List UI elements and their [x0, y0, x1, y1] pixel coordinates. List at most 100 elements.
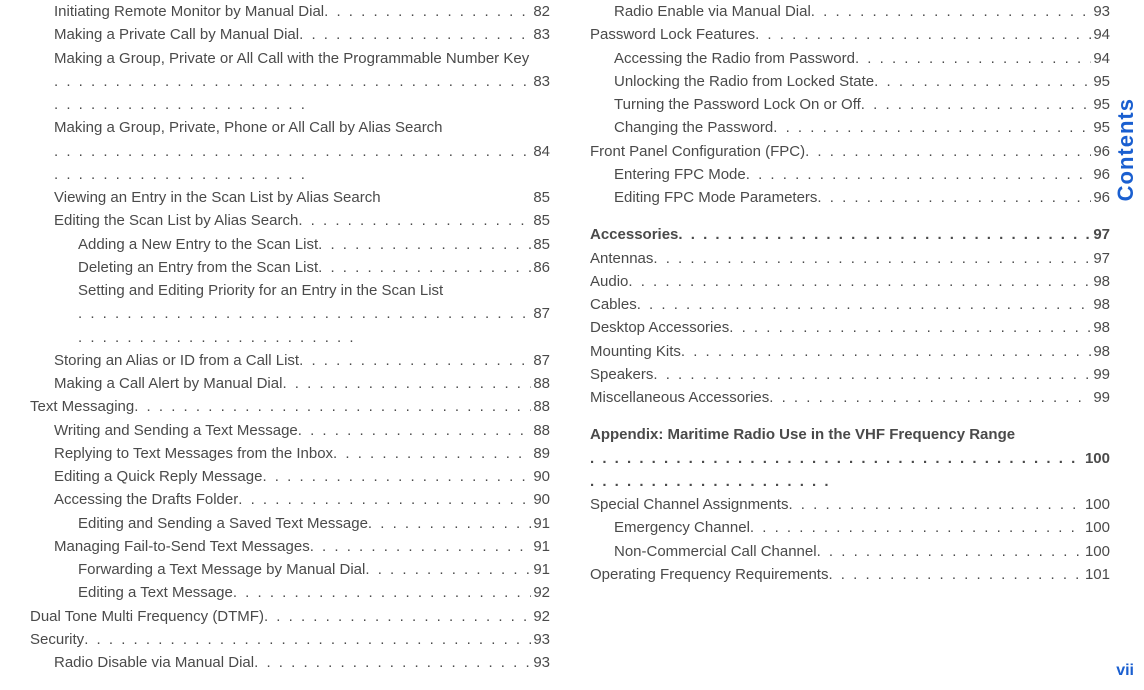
toc-entry-dots — [368, 512, 531, 535]
toc-entry-label: Editing a Quick Reply Message — [54, 465, 262, 488]
toc-entry-dots — [755, 23, 1091, 46]
toc-entry-page: 91 — [531, 558, 550, 581]
toc-entry-dots — [628, 270, 1091, 293]
toc-entry-page: 100 — [1083, 493, 1110, 516]
toc-entry: Editing a Text Message92 — [30, 581, 550, 604]
toc-entry-dots — [310, 535, 532, 558]
toc-entry-dots — [769, 386, 1091, 409]
toc-entry-page: 83 — [531, 23, 550, 46]
toc-entry-label: Miscellaneous Accessories — [590, 386, 769, 409]
toc-entry: Making a Group, Private, Phone or All Ca… — [30, 116, 550, 186]
toc-entry-label: Accessing the Radio from Password — [614, 47, 855, 70]
toc-entry: Making a Call Alert by Manual Dial88 — [30, 372, 550, 395]
toc-entry-page: 91 — [531, 512, 550, 535]
toc-entry-label: Special Channel Assignments — [590, 493, 788, 516]
toc-entry-dots — [238, 488, 531, 511]
toc-entry-page: 88 — [531, 419, 550, 442]
toc-entry-page: 92 — [531, 605, 550, 628]
toc-entry-dots — [84, 628, 531, 651]
toc-entry-dots — [746, 163, 1092, 186]
toc-entry: Making a Group, Private or All Call with… — [30, 47, 550, 117]
toc-entry-dots — [861, 93, 1092, 116]
toc-entry-page: 98 — [1091, 270, 1110, 293]
toc-entry: Dual Tone Multi Frequency (DTMF) 92 — [30, 605, 550, 628]
toc-entry: Cables98 — [590, 293, 1110, 316]
toc-entry-label: Entering FPC Mode — [614, 163, 746, 186]
toc-entry: Replying to Text Messages from the Inbox… — [30, 442, 550, 465]
toc-entry-label: Accessories — [590, 223, 678, 246]
toc-entry-page: 87 — [531, 302, 550, 325]
toc-entry-dots — [805, 140, 1091, 163]
toc-entry-label: Making a Group, Private or All Call with… — [54, 47, 529, 70]
toc-entry-page: 86 — [531, 256, 550, 279]
toc-entry: Viewing an Entry in the Scan List by Ali… — [30, 186, 550, 209]
toc-entry-dots — [590, 447, 1083, 494]
toc-entry-label: Text Messaging — [30, 395, 134, 418]
toc-entry-dots — [282, 372, 531, 395]
toc-entry: Text Messaging88 — [30, 395, 550, 418]
toc-entry-dots — [264, 605, 531, 628]
toc-entry-label: Non-Commercial Call Channel — [614, 540, 817, 563]
toc-entry-label: Managing Fail-to-Send Text Messages — [54, 535, 310, 558]
toc-page: Initiating Remote Monitor by Manual Dial… — [0, 0, 1144, 674]
toc-entry-page: 83 — [531, 70, 550, 93]
toc-entry-dots — [653, 363, 1091, 386]
toc-entry: Accessing the Drafts Folder90 — [30, 488, 550, 511]
toc-entry: Forwarding a Text Message by Manual Dial… — [30, 558, 550, 581]
toc-entry-page: 99 — [1091, 386, 1110, 409]
toc-entry-label: Editing FPC Mode Parameters — [614, 186, 817, 209]
toc-entry: Special Channel Assignments 100 — [590, 493, 1110, 516]
side-tab: Contents — [1108, 40, 1144, 260]
toc-entry-page: 90 — [531, 488, 550, 511]
toc-entry-label: Antennas — [590, 247, 653, 270]
toc-entry: Desktop Accessories98 — [590, 316, 1110, 339]
page-number: vii — [1116, 662, 1134, 680]
toc-entry-page: 100 — [1083, 516, 1110, 539]
toc-entry-label: Viewing an Entry in the Scan List by Ali… — [54, 186, 381, 209]
toc-entry-dots — [333, 442, 531, 465]
toc-entry-page: 98 — [1091, 293, 1110, 316]
toc-entry: Editing the Scan List by Alias Search85 — [30, 209, 550, 232]
toc-entry-dots — [653, 247, 1091, 270]
toc-entry-page: 85 — [531, 209, 550, 232]
toc-entry-dots — [318, 256, 531, 279]
toc-entry-dots — [299, 349, 531, 372]
toc-entry: Mounting Kits98 — [590, 340, 1110, 363]
toc-entry: Initiating Remote Monitor by Manual Dial… — [30, 0, 550, 23]
toc-entry: Adding a New Entry to the Scan List85 — [30, 233, 550, 256]
toc-entry-label: Dual Tone Multi Frequency (DTMF) — [30, 605, 264, 628]
toc-entry-page: 100 — [1083, 540, 1110, 563]
side-tab-label: Contents — [1113, 98, 1139, 201]
toc-entry: Front Panel Configuration (FPC)96 — [590, 140, 1110, 163]
toc-entry-label: Operating Frequency Requirements — [590, 563, 828, 586]
toc-entry-dots — [134, 395, 531, 418]
toc-entry-label: Making a Private Call by Manual Dial — [54, 23, 299, 46]
toc-entry-dots — [254, 651, 531, 674]
toc-entry-dots — [811, 0, 1092, 23]
toc-entry: Appendix: Maritime Radio Use in the VHF … — [590, 423, 1110, 493]
toc-entry: Accessing the Radio from Password94 — [590, 47, 1110, 70]
toc-entry-label: Speakers — [590, 363, 653, 386]
toc-entry: Non-Commercial Call Channel 100 — [590, 540, 1110, 563]
toc-entry: Editing and Sending a Saved Text Message… — [30, 512, 550, 535]
toc-entry-page: 101 — [1083, 563, 1110, 586]
toc-entry-page: 93 — [531, 651, 550, 674]
toc-entry-dots — [233, 581, 532, 604]
toc-entry: Storing an Alias or ID from a Call List8… — [30, 349, 550, 372]
toc-entry-label: Front Panel Configuration (FPC) — [590, 140, 805, 163]
toc-entry: Deleting an Entry from the Scan List86 — [30, 256, 550, 279]
toc-entry: Security93 — [30, 628, 550, 651]
toc-entry-label: Editing and Sending a Saved Text Message — [78, 512, 368, 535]
toc-entry-page: 91 — [531, 535, 550, 558]
toc-entry-page: 98 — [1091, 340, 1110, 363]
toc-entry-dots — [817, 186, 1091, 209]
toc-entry-label: Unlocking the Radio from Locked State — [614, 70, 874, 93]
toc-entry-dots — [54, 70, 531, 117]
toc-entry-dots — [788, 493, 1083, 516]
toc-entry-page: 93 — [1091, 0, 1110, 23]
toc-entry: Changing the Password95 — [590, 116, 1110, 139]
toc-entry-page: 85 — [531, 233, 550, 256]
toc-entry-label: Appendix: Maritime Radio Use in the VHF … — [590, 423, 1015, 446]
toc-entry-page: 90 — [531, 465, 550, 488]
toc-entry-page: 84 — [531, 140, 550, 163]
